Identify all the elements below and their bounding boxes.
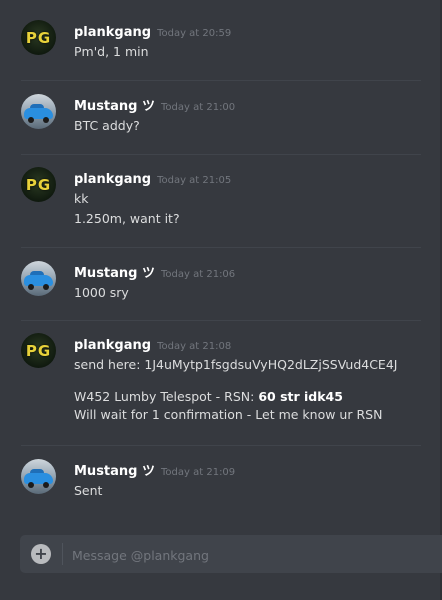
avatar[interactable] bbox=[21, 459, 56, 494]
timestamp: Today at 21:00 bbox=[161, 102, 236, 113]
message-header: Mustang ツ Today at 21:06 bbox=[74, 262, 235, 281]
message-text: Pm'd, 1 min bbox=[74, 44, 149, 59]
avatar-initials: PG bbox=[25, 175, 52, 194]
car-wheel-shape bbox=[43, 117, 49, 123]
message-header: Mustang ツ Today at 21:00 bbox=[74, 95, 235, 114]
timestamp: Today at 21:05 bbox=[157, 175, 232, 186]
car-wheel-shape bbox=[28, 284, 34, 290]
message-header: Mustang ツ Today at 21:09 bbox=[74, 460, 235, 479]
message-text: Will wait for 1 confirmation - Let me kn… bbox=[74, 407, 383, 422]
message-header: plankgang Today at 20:59 bbox=[74, 21, 231, 40]
message-input[interactable] bbox=[70, 544, 434, 566]
username[interactable]: plankgang bbox=[74, 172, 151, 187]
avatar[interactable]: PG bbox=[21, 20, 56, 55]
message-text: 1000 sry bbox=[74, 285, 129, 300]
username[interactable]: plankgang bbox=[74, 338, 151, 353]
avatar[interactable]: PG bbox=[21, 167, 56, 202]
avatar[interactable]: PG bbox=[21, 333, 56, 368]
car-wheel-shape bbox=[28, 482, 34, 488]
message-text: W452 Lumby Telespot - RSN: 60 str idk45 bbox=[74, 389, 343, 404]
message-text: send here: 1J4uMytp1fsgdsuVyHQ2dLZjSSVud… bbox=[74, 357, 398, 372]
username[interactable]: Mustang ツ bbox=[74, 99, 155, 114]
timestamp: Today at 21:09 bbox=[161, 467, 236, 478]
composer-divider bbox=[62, 543, 63, 565]
message-text: Sent bbox=[74, 483, 103, 498]
message-divider bbox=[21, 247, 421, 248]
message-header: plankgang Today at 21:08 bbox=[74, 334, 231, 353]
timestamp: Today at 21:08 bbox=[157, 341, 232, 352]
message-divider bbox=[21, 154, 421, 155]
avatar[interactable] bbox=[21, 94, 56, 129]
avatar-initials: PG bbox=[25, 341, 52, 360]
message-divider bbox=[21, 320, 421, 321]
message-text-segment: W452 Lumby Telespot - RSN: bbox=[74, 389, 259, 404]
username[interactable]: Mustang ツ bbox=[74, 266, 155, 281]
timestamp: Today at 21:06 bbox=[161, 269, 236, 280]
message-composer: + bbox=[20, 535, 442, 573]
car-wheel-shape bbox=[28, 117, 34, 123]
message-divider bbox=[21, 445, 421, 446]
plus-circle-icon[interactable]: + bbox=[31, 544, 51, 564]
username[interactable]: plankgang bbox=[74, 25, 151, 40]
avatar[interactable] bbox=[21, 261, 56, 296]
avatar-initials: PG bbox=[25, 28, 52, 47]
car-wheel-shape bbox=[43, 482, 49, 488]
message-text: kk bbox=[74, 191, 89, 206]
message-divider bbox=[21, 80, 421, 81]
username[interactable]: Mustang ツ bbox=[74, 464, 155, 479]
message-bold-text: 60 str idk45 bbox=[258, 389, 343, 404]
chat-message-list[interactable]: PG plankgang Today at 20:59 Pm'd, 1 min M… bbox=[0, 0, 440, 530]
message-header: plankgang Today at 21:05 bbox=[74, 168, 231, 187]
message-text: BTC addy? bbox=[74, 118, 140, 133]
timestamp: Today at 20:59 bbox=[157, 28, 232, 39]
message-text: 1.250m, want it? bbox=[74, 211, 180, 226]
car-wheel-shape bbox=[43, 284, 49, 290]
